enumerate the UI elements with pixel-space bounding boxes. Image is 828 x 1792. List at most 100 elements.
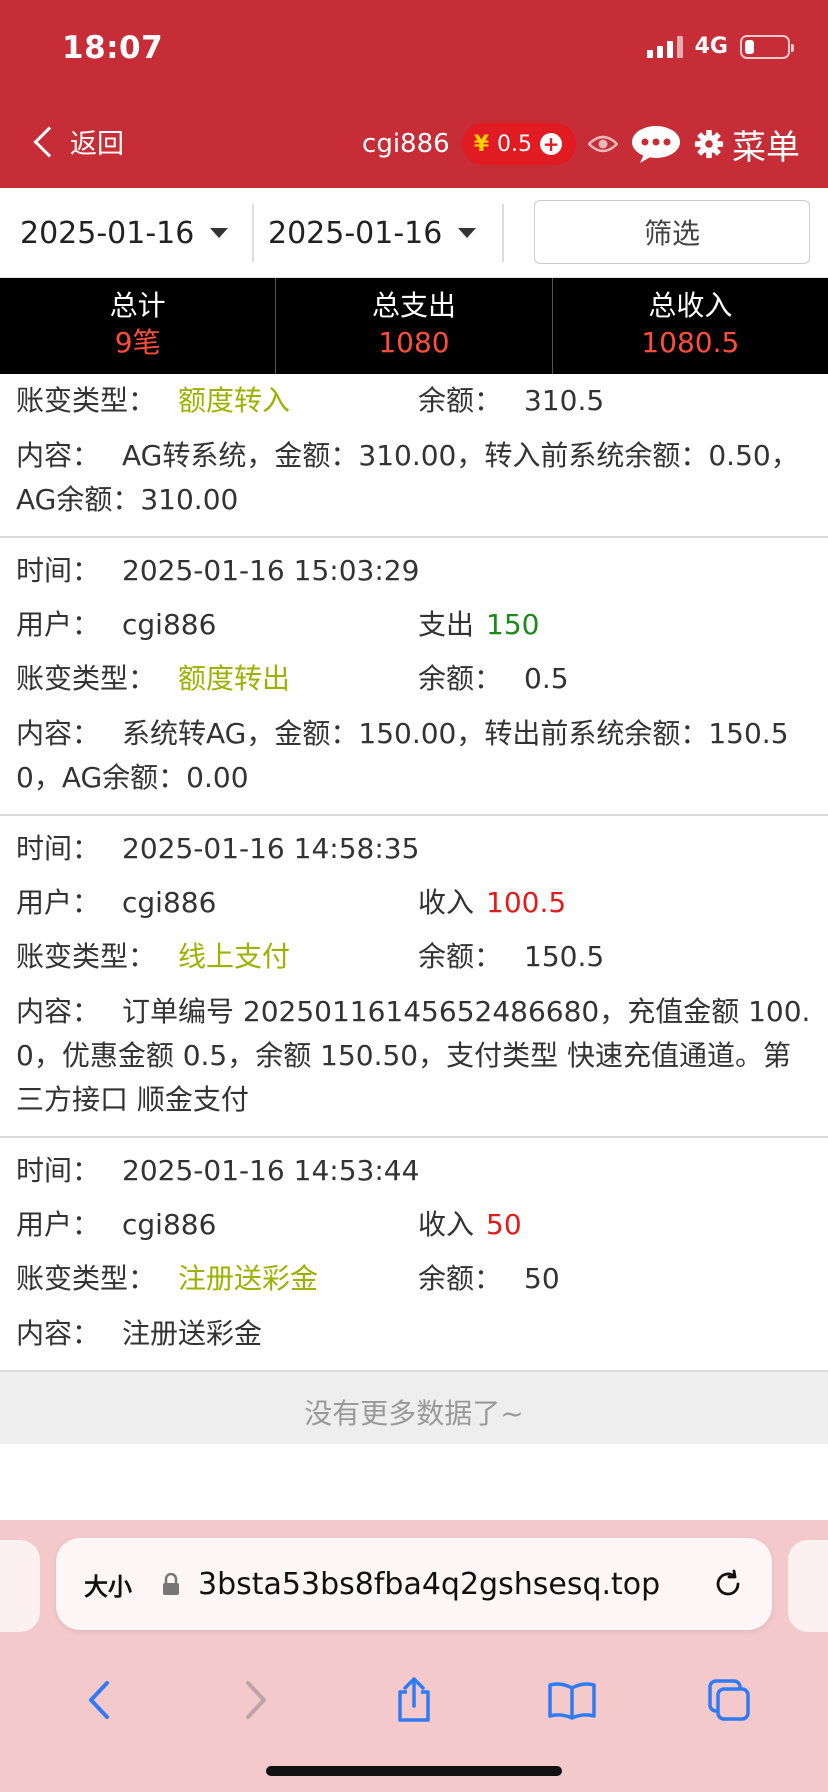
url-text: 3bsta53bs8fba4q2gshsesq.top <box>198 1566 661 1602</box>
record-direction: 收入 <box>418 886 475 919</box>
summary-label: 总支出 <box>371 289 456 322</box>
record-row: 时间： 2025-01-16 14:58:35 <box>16 822 812 876</box>
time-label: 时间： <box>16 832 101 865</box>
record-amount: 50 <box>486 1208 522 1241</box>
signal-icon <box>646 35 683 58</box>
record-row: 用户： cgi886 收入 50 <box>16 1198 812 1252</box>
balance-label: 余额： <box>418 1262 503 1295</box>
type-label: 账变类型： <box>16 384 157 417</box>
menu-button[interactable]: 菜单 <box>694 120 800 169</box>
username: cgi886 <box>362 129 450 159</box>
record-row: 用户： cgi886 收入 100.5 <box>16 876 812 930</box>
filter-button[interactable]: 筛选 <box>534 200 810 264</box>
record-content-text: 订单编号 20250116145652486680，充值金额 100.0，优惠金… <box>16 995 811 1116</box>
start-date-select[interactable]: 2025-01-16 <box>20 210 229 256</box>
forward-nav-button[interactable] <box>221 1670 291 1730</box>
yen-icon: ¥ <box>473 131 489 157</box>
back-label: 返回 <box>70 129 124 160</box>
record-amount: 150 <box>486 608 540 641</box>
record-content-text: 注册送彩金 <box>122 1317 263 1350</box>
browser-chrome: 大小 3bsta53bs8fba4q2gshsesq.top <box>0 1520 828 1792</box>
previous-tab[interactable] <box>0 1540 40 1632</box>
status-bar: 18:07 4G <box>0 0 828 100</box>
record-list[interactable]: 账变类型： 额度转入 余额： 310.5 内容： AG转系统，金额：310.00，… <box>0 374 828 1444</box>
balance-label: 余额： <box>418 940 503 973</box>
tabs-button[interactable] <box>694 1670 764 1730</box>
record-type: 注册送彩金 <box>178 1262 319 1295</box>
record-item: 时间： 2025-01-16 14:58:35 用户： cgi886 收入 10… <box>0 816 828 1138</box>
type-label: 账变类型： <box>16 1262 157 1295</box>
record-item: 账变类型： 额度转入 余额： 310.5 内容： AG转系统，金额：310.00，… <box>0 374 828 538</box>
record-user: cgi886 <box>122 886 217 919</box>
record-amount: 100.5 <box>486 886 567 919</box>
record-content: 内容： 订单编号 20250116145652486680，充值金额 100.0，… <box>16 984 812 1122</box>
summary-value: 9笔 <box>114 326 161 359</box>
nav-right: cgi886 ¥ 0.5 + 菜单 <box>362 116 800 172</box>
time-label: 时间： <box>16 1154 101 1187</box>
record-content: 内容： 系统转AG，金额：150.00，转出前系统余额：150.50，AG余额：0… <box>16 706 812 800</box>
plus-circle-icon[interactable]: + <box>540 133 562 155</box>
record-row: 账变类型： 额度转入 余额： 310.5 <box>16 374 812 428</box>
record-direction: 支出 <box>418 608 475 641</box>
reload-icon[interactable] <box>712 1568 744 1600</box>
lock-icon <box>163 1573 179 1595</box>
record-time: 2025-01-16 14:58:35 <box>122 832 420 865</box>
record-content: 内容： AG转系统，金额：310.00，转入前系统余额：0.50，AG余额：310… <box>16 428 812 522</box>
caret-down-icon <box>458 228 477 238</box>
record-type: 额度转入 <box>178 384 291 417</box>
record-user: cgi886 <box>122 1208 217 1241</box>
tabs-icon <box>708 1679 750 1721</box>
share-button[interactable] <box>379 1670 449 1730</box>
back-button[interactable]: 返回 <box>30 122 124 161</box>
record-row: 时间： 2025-01-16 15:03:29 <box>16 544 812 598</box>
summary-total: 总计 9笔 <box>0 278 277 374</box>
user-label: 用户： <box>16 1208 101 1241</box>
back-nav-button[interactable] <box>64 1670 134 1730</box>
status-time: 18:07 <box>62 30 164 66</box>
status-indicators: 4G <box>646 34 794 59</box>
divider <box>502 204 504 262</box>
home-indicator <box>266 1766 562 1776</box>
record-content-text: 系统转AG，金额：150.00，转出前系统余额：150.50，AG余额：0.00 <box>16 717 789 794</box>
next-tab[interactable] <box>788 1540 828 1632</box>
summary-bar: 总计 9笔 总支出 1080 总收入 1080.5 <box>0 278 828 374</box>
record-balance: 50 <box>524 1262 560 1295</box>
type-label: 账变类型： <box>16 662 157 695</box>
type-label: 账变类型： <box>16 940 157 973</box>
book-icon <box>547 1682 596 1720</box>
chevron-left-icon <box>88 1681 109 1719</box>
battery-icon <box>740 34 794 59</box>
summary-expense: 总支出 1080 <box>276 278 553 374</box>
user-label: 用户： <box>16 886 101 919</box>
record-row: 账变类型： 注册送彩金 余额： 50 <box>16 1252 812 1306</box>
bookmarks-button[interactable] <box>537 1670 607 1730</box>
record-type: 线上支付 <box>178 940 291 973</box>
network-label: 4G <box>694 34 728 59</box>
content-label: 内容： <box>16 439 101 472</box>
eye-icon[interactable] <box>588 134 618 154</box>
text-size-button[interactable]: 大小 <box>84 1567 132 1602</box>
record-content-text: AG转系统，金额：310.00，转入前系统余额：0.50，AG余额：310.00 <box>16 439 799 516</box>
divider <box>252 204 254 262</box>
start-date-value: 2025-01-16 <box>20 215 195 251</box>
end-date-select[interactable]: 2025-01-16 <box>268 210 477 256</box>
record-item: 时间： 2025-01-16 14:53:44 用户： cgi886 收入 50… <box>0 1138 828 1372</box>
address-bar[interactable]: 大小 3bsta53bs8fba4q2gshsesq.top <box>56 1538 772 1630</box>
record-type: 额度转出 <box>178 662 291 695</box>
record-row: 账变类型： 线上支付 余额： 150.5 <box>16 930 812 984</box>
record-time: 2025-01-16 15:03:29 <box>122 554 420 587</box>
summary-value: 1080 <box>378 326 450 359</box>
share-icon <box>398 1677 430 1722</box>
summary-income: 总收入 1080.5 <box>553 278 828 374</box>
content-label: 内容： <box>16 995 101 1028</box>
balance-pill[interactable]: ¥ 0.5 + <box>461 123 576 165</box>
summary-label: 总收入 <box>648 289 733 322</box>
record-row: 用户： cgi886 支出 150 <box>16 598 812 652</box>
no-more-data: 没有更多数据了~ <box>0 1372 828 1444</box>
chat-bubble-icon[interactable] <box>630 124 682 164</box>
record-item: 时间： 2025-01-16 15:03:29 用户： cgi886 支出 15… <box>0 538 828 816</box>
caret-down-icon <box>210 228 229 238</box>
summary-label: 总计 <box>109 289 166 322</box>
chevron-right-icon <box>246 1681 267 1719</box>
content-label: 内容： <box>16 1317 101 1350</box>
